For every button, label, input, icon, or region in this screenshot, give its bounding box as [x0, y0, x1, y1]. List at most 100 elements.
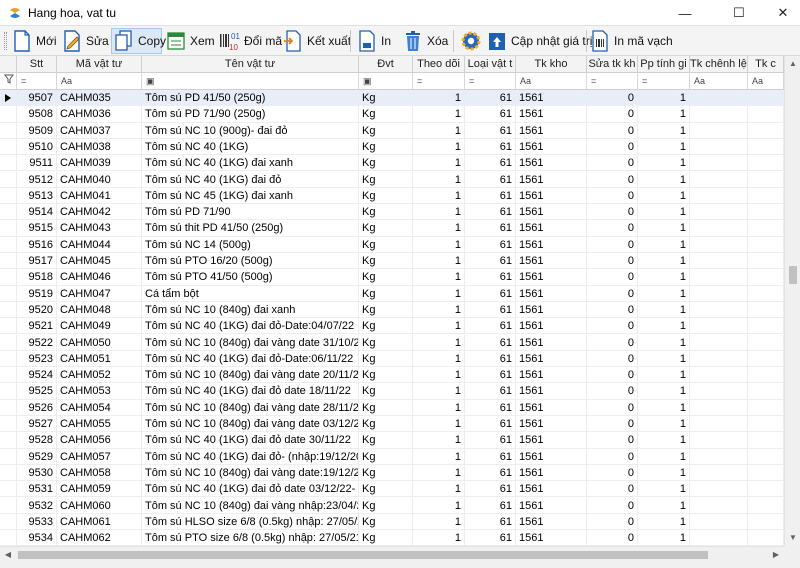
- table-row[interactable]: 9527 CAHM055 Tôm sú NC 10 (840g) đai vàng …: [0, 416, 784, 433]
- row-indicator[interactable]: [0, 367, 17, 384]
- header-ma-vat-tu[interactable]: Mã vật tư: [57, 56, 142, 73]
- scroll-left-icon[interactable]: ◀: [0, 547, 16, 563]
- header-theo-doi[interactable]: Theo dõi: [413, 56, 465, 73]
- header-tk-c[interactable]: Tk c: [748, 56, 784, 73]
- table-row[interactable]: 9515 CAHM043 Tôm sú thit PD 41/50 (250g) Kg…: [0, 220, 784, 237]
- table-row[interactable]: 9508 CAHM036 Tôm sú PD 71/90 (250g) Kg 1 61 15…: [0, 106, 784, 123]
- row-indicator[interactable]: [0, 399, 17, 416]
- row-indicator[interactable]: [0, 530, 17, 546]
- table-row[interactable]: 9532 CAHM060 Tôm sú NC 10 (840g) đai vàng …: [0, 497, 784, 514]
- table-row[interactable]: 9529 CAHM057 Tôm sú NC 40 (1KG) đai đỏ- (n…: [0, 448, 784, 465]
- filter-cell[interactable]: =: [17, 73, 57, 89]
- header-ten-vat-tu[interactable]: Tên vật tư: [142, 56, 359, 73]
- table-row[interactable]: 9533 CAHM061 Tôm sú HLSO size 6/8 (0.5kg) …: [0, 513, 784, 531]
- table-row[interactable]: 9520 CAHM048 Tôm sú NC 10 (840g) đai xanh K…: [0, 301, 784, 319]
- edit-button[interactable]: Sửa: [62, 28, 109, 54]
- row-indicator[interactable]: [0, 138, 17, 155]
- row-indicator[interactable]: [0, 155, 17, 172]
- table-row[interactable]: 9518 CAHM046 Tôm sú PTO 41/50 (500g) Kg 1 61 1…: [0, 269, 784, 286]
- print-barcode-button[interactable]: In mã vạch: [590, 28, 673, 54]
- horizontal-scrollbar[interactable]: ◀ ▶: [0, 546, 784, 562]
- scroll-right-icon[interactable]: ▶: [768, 547, 784, 563]
- header-sua-tk-kho[interactable]: Sửa tk kh: [587, 56, 638, 73]
- table-row[interactable]: 9513 CAHM041 Tôm sú NC 45 (1KG) đai xanh Kg…: [0, 187, 784, 205]
- table-row[interactable]: 9519 CAHM047 Cá tẩm bột Kg 1 61 1561 0 1: [0, 285, 784, 302]
- horizontal-scroll-thumb[interactable]: [18, 551, 708, 559]
- table-row[interactable]: 9521 CAHM049 Tôm sú NC 40 (1KG) đai đỏ-Dat…: [0, 318, 784, 335]
- toolbar-grip[interactable]: [4, 32, 7, 50]
- table-row[interactable]: 9517 CAHM045 Tôm sú PTO 16/20 (500g) Kg 1 61 1…: [0, 253, 784, 270]
- table-row[interactable]: 9525 CAHM053 Tôm sú NC 40 (1KG) đai đỏ dat…: [0, 383, 784, 400]
- filter-cell[interactable]: Aa: [57, 73, 142, 89]
- row-indicator[interactable]: [0, 171, 17, 188]
- row-indicator[interactable]: [0, 236, 17, 253]
- header-stt[interactable]: Stt: [17, 56, 57, 73]
- copy-button[interactable]: Copy: [111, 28, 166, 54]
- header-loai-vat-tu[interactable]: Loại vật t: [465, 56, 516, 73]
- table-row[interactable]: 9524 CAHM052 Tôm sú NC 10 (840g) đai vàng …: [0, 367, 784, 384]
- minimize-button[interactable]: —: [662, 0, 708, 26]
- row-indicator[interactable]: [0, 220, 17, 237]
- row-indicator[interactable]: [0, 90, 17, 106]
- print-button[interactable]: In: [357, 28, 391, 54]
- table-row[interactable]: 9530 CAHM058 Tôm sú NC 10 (840g) đai vàng …: [0, 464, 784, 482]
- maximize-button[interactable]: ☐: [716, 0, 762, 26]
- table-row[interactable]: 9510 CAHM038 Tôm sú NC 40 (1KG) Kg 1 61 1561 0 1: [0, 138, 784, 156]
- header-dvt[interactable]: Đvt: [359, 56, 413, 73]
- update-price-button[interactable]: Cập nhật giá trị: [487, 28, 592, 54]
- export-button[interactable]: Kết xuất: [283, 28, 351, 54]
- table-row[interactable]: 9507 CAHM035 Tôm sú PD 41/50 (250g) Kg 1 61 15…: [0, 90, 784, 107]
- row-indicator[interactable]: [0, 448, 17, 465]
- scroll-up-icon[interactable]: ▲: [785, 56, 800, 72]
- vertical-scroll-thumb[interactable]: [789, 266, 797, 284]
- table-row[interactable]: 9511 CAHM039 Tôm sú NC 40 (1KG) đai xanh Kg…: [0, 155, 784, 172]
- filter-cell[interactable]: =: [465, 73, 516, 89]
- table-row[interactable]: 9526 CAHM054 Tôm sú NC 10 (840g) đai vàng …: [0, 399, 784, 416]
- table-row[interactable]: 9534 CAHM062 Tôm sú PTO size 6/8 (0.5kg) n…: [0, 530, 784, 546]
- filter-cell[interactable]: ▣: [359, 73, 413, 89]
- row-indicator[interactable]: [0, 106, 17, 123]
- row-indicator[interactable]: [0, 383, 17, 400]
- close-button[interactable]: ✕: [760, 0, 800, 26]
- view-button[interactable]: Xem: [166, 28, 215, 54]
- row-indicator[interactable]: [0, 481, 17, 498]
- row-indicator[interactable]: [0, 269, 17, 286]
- header-tk-chenh-lech[interactable]: Tk chênh lệch: [690, 56, 748, 73]
- row-indicator[interactable]: [0, 285, 17, 302]
- row-indicator[interactable]: [0, 350, 17, 367]
- delete-button[interactable]: Xóa: [403, 28, 448, 54]
- row-indicator[interactable]: [0, 253, 17, 269]
- row-indicator[interactable]: [0, 318, 17, 335]
- row-indicator[interactable]: [0, 464, 17, 481]
- filter-cell[interactable]: Aa: [690, 73, 748, 89]
- new-button[interactable]: Mới: [12, 28, 57, 54]
- filter-cell[interactable]: ▣: [142, 73, 359, 89]
- table-row[interactable]: 9514 CAHM042 Tôm sú PD 71/90 Kg 1 61 1561 0 1: [0, 204, 784, 221]
- filter-cell[interactable]: =: [587, 73, 638, 89]
- table-row[interactable]: 9523 CAHM051 Tôm sú NC 40 (1KG) đai đỏ-Dat…: [0, 350, 784, 368]
- row-indicator[interactable]: [0, 187, 17, 204]
- row-indicator[interactable]: [0, 334, 17, 351]
- row-indicator[interactable]: [0, 416, 17, 432]
- row-indicator[interactable]: [0, 204, 17, 221]
- table-row[interactable]: 9522 CAHM050 Tôm sú NC 10 (840g) đai vàng …: [0, 334, 784, 351]
- table-row[interactable]: 9516 CAHM044 Tôm sú NC 14 (500g) Kg 1 61 1561 0…: [0, 236, 784, 253]
- table-row[interactable]: 9512 CAHM040 Tôm sú NC 40 (1KG) đai đỏ Kg 1 6…: [0, 171, 784, 188]
- row-indicator[interactable]: [0, 301, 17, 318]
- table-row[interactable]: 9531 CAHM059 Tôm sú NC 40 (1KG) đai đỏ dat…: [0, 481, 784, 498]
- scroll-down-icon[interactable]: ▼: [785, 530, 800, 546]
- table-row[interactable]: 9509 CAHM037 Tôm sú NC 10 (900g)- đai đỏ Kg…: [0, 122, 784, 139]
- filter-cell[interactable]: Aa: [748, 73, 784, 89]
- row-indicator[interactable]: [0, 513, 17, 530]
- filter-cell[interactable]: =: [638, 73, 690, 89]
- row-indicator[interactable]: [0, 122, 17, 139]
- filter-icon[interactable]: [0, 73, 17, 89]
- header-tk-kho[interactable]: Tk kho: [516, 56, 587, 73]
- header-pp-tinh-gia[interactable]: Pp tính gi: [638, 56, 690, 73]
- filter-cell[interactable]: Aa: [516, 73, 587, 89]
- vertical-scrollbar[interactable]: ▲ ▼: [784, 56, 800, 546]
- rename-button[interactable]: 10 01 Đổi mã: [218, 28, 282, 54]
- settings-button[interactable]: [460, 28, 486, 54]
- row-indicator-header[interactable]: [0, 56, 17, 73]
- row-indicator[interactable]: [0, 432, 17, 449]
